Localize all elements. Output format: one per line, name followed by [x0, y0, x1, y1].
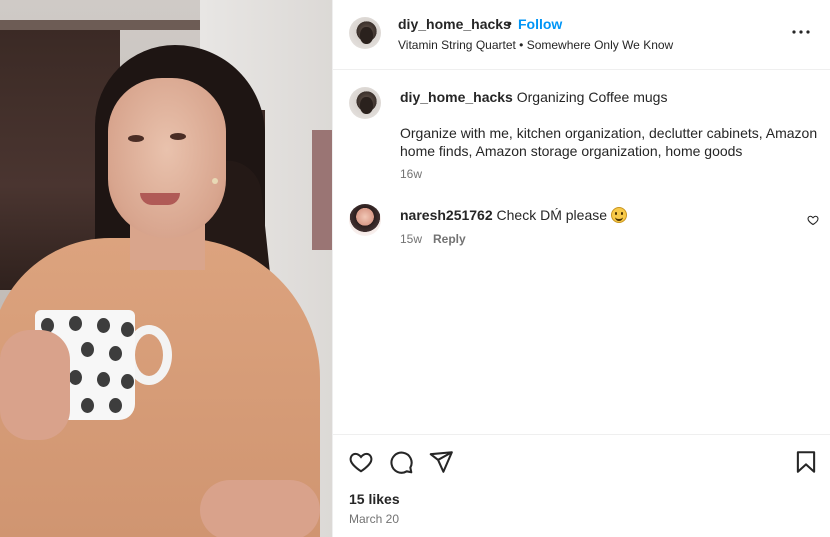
post-details-panel: diy_home_hacks • Follow Vitamin String Q… — [332, 0, 830, 537]
post-dialog: diy_home_hacks • Follow Vitamin String Q… — [0, 0, 830, 537]
comment-bubble-icon[interactable] — [388, 449, 414, 475]
commenter-username[interactable]: naresh251762 — [400, 207, 493, 223]
commenter-avatar[interactable] — [349, 204, 381, 236]
reply-button[interactable]: Reply — [433, 232, 466, 246]
author-username[interactable]: diy_home_hacks — [398, 16, 511, 32]
comment-text: Check DḾ please — [496, 207, 608, 223]
caption-title: Organizing Coffee mugs — [516, 89, 668, 105]
caption-avatar[interactable] — [349, 87, 381, 119]
follow-button[interactable]: Follow — [518, 16, 562, 32]
post-video[interactable] — [0, 0, 332, 537]
share-paper-plane-icon[interactable] — [428, 449, 454, 475]
more-options-icon[interactable] — [789, 20, 813, 44]
comment-text-line: naresh251762 Check DḾ please — [400, 207, 628, 223]
smiling-face-emoji-icon — [611, 207, 628, 223]
post-date: March 20 — [349, 512, 400, 526]
likes-count[interactable]: 15 likes — [349, 491, 400, 507]
comment-item: naresh251762 Check DḾ please 15w Reply — [333, 200, 830, 260]
post-header: diy_home_hacks • Follow Vitamin String Q… — [333, 0, 830, 70]
caption-body: Organize with me, kitchen organization, … — [400, 125, 818, 159]
bookmark-save-icon[interactable] — [793, 449, 819, 475]
comment-like-heart-icon[interactable] — [807, 213, 819, 226]
header-separator: • — [507, 15, 512, 31]
caption-username[interactable]: diy_home_hacks — [400, 89, 513, 105]
caption-title-line: diy_home_hacks Organizing Coffee mugs — [400, 89, 667, 105]
caption-time: 16w — [400, 167, 423, 181]
comment-time: 15w — [400, 232, 423, 246]
author-avatar[interactable] — [349, 17, 381, 49]
like-heart-icon[interactable] — [348, 449, 374, 475]
audio-track-link[interactable]: Vitamin String Quartet • Somewhere Only … — [398, 38, 673, 52]
post-actions: 15 likes March 20 — [333, 434, 830, 537]
